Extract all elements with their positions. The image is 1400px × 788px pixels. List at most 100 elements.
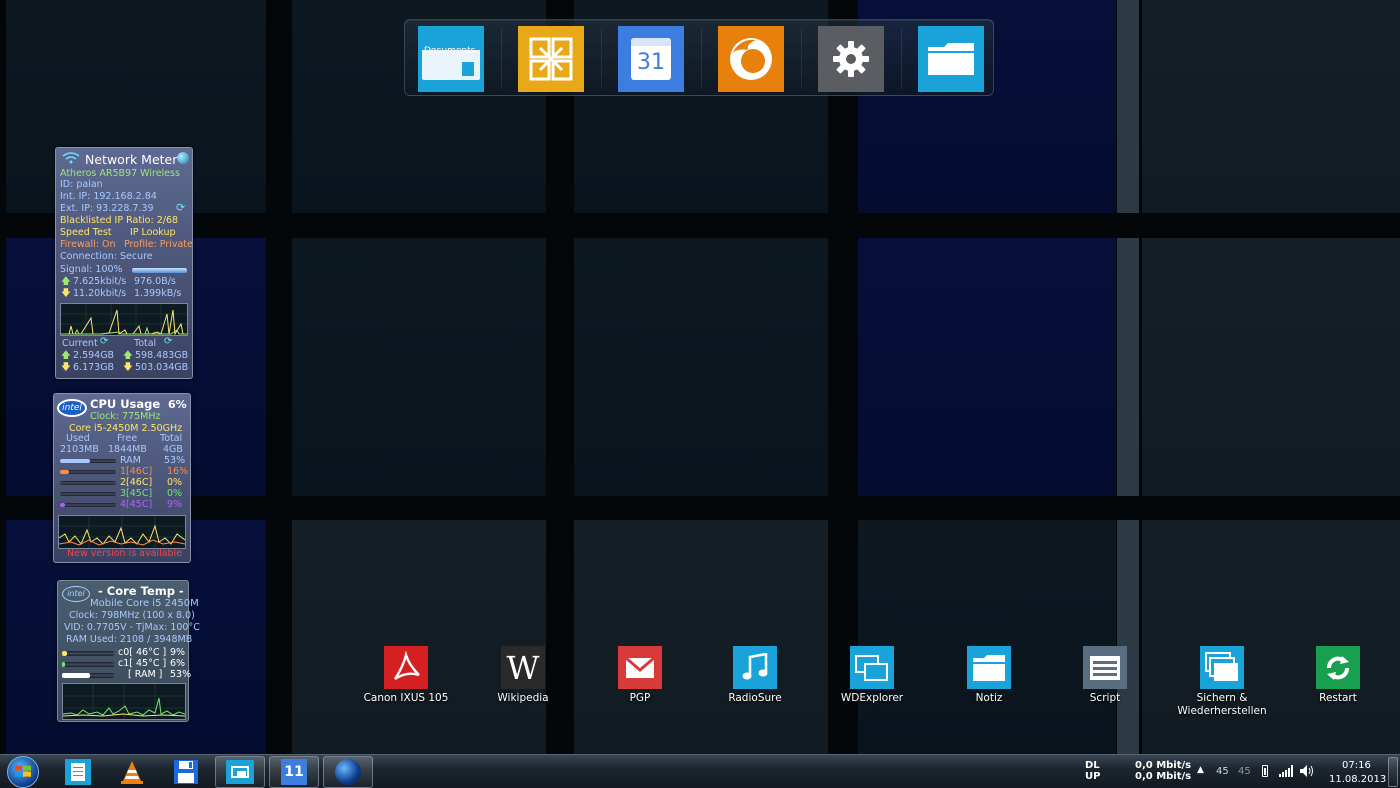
volume-icon[interactable] (1300, 765, 1314, 777)
core-usage-bar (60, 492, 116, 496)
cpu-percent: 6% (168, 398, 187, 411)
desktop-icon-label: Sichern & Wiederherstellen (1177, 692, 1267, 717)
script-icon (1083, 646, 1127, 689)
dock-settings[interactable] (817, 25, 902, 93)
dl-label: DL (1085, 760, 1100, 771)
folder-icon (918, 26, 984, 92)
desktop-icon-wikipedia[interactable]: W Wikipedia (473, 646, 573, 705)
taskbar-save[interactable] (165, 756, 207, 788)
desktop-icon-label: Canon IXUS 105 (363, 692, 449, 704)
start-button[interactable] (2, 756, 44, 788)
documents-icon: Documents (418, 26, 484, 92)
desktop-icon-label: PGP (629, 692, 651, 704)
refresh-icon[interactable]: ⟳ (176, 202, 185, 214)
folder-icon (967, 646, 1011, 689)
signal-bar (132, 268, 187, 273)
intel-logo: intel (62, 586, 90, 602)
notepad-icon (65, 759, 91, 785)
globe-icon (335, 759, 361, 785)
desktop-icon-radiosure[interactable]: RadioSure (705, 646, 805, 705)
core-temp-bar (62, 651, 114, 656)
upload-rate: 7.625kbit/s (73, 276, 127, 287)
current-up-arrow-icon: 🡅 (61, 350, 71, 361)
new-version-notice[interactable]: New version is available (67, 548, 182, 560)
wikipedia-icon: W (501, 646, 545, 689)
upload-arrow-icon: 🡅 (61, 276, 71, 287)
vlc-icon (121, 761, 143, 784)
music-icon (733, 646, 777, 689)
download-arrow-icon: 🡇 (61, 288, 71, 299)
ram-usage-bar (60, 459, 116, 463)
total-up-arrow-icon: 🡅 (123, 350, 133, 361)
desktop-icon-wdexplorer[interactable]: WDExplorer (822, 646, 922, 705)
clock-time[interactable]: 07:16 (1342, 760, 1371, 771)
taskbar-explorer[interactable] (215, 756, 265, 788)
desktop-icon-label: Script (1089, 692, 1121, 704)
cpu-usage-title: CPU Usage (90, 397, 161, 411)
restart-icon (1316, 646, 1360, 689)
globe-icon[interactable] (177, 152, 189, 164)
app-dock: Documents 31 (404, 19, 994, 96)
taskbar: 11 DL UP 0,0 Mbit/s 0,0 Mbit/s ▲ 45 45 0… (0, 754, 1400, 788)
windows-orb-icon (7, 756, 39, 788)
dock-folder[interactable] (917, 25, 985, 93)
signal-strength-icon[interactable] (1279, 765, 1293, 777)
desktop-icon-canon[interactable]: Canon IXUS 105 (356, 646, 456, 705)
desktop-icon-restart[interactable]: Restart (1288, 646, 1388, 705)
network-id: ID: palan (60, 179, 103, 190)
network-profile: Profile: Private (124, 239, 193, 250)
floppy-disk-icon (174, 760, 198, 784)
intel-logo: intel (57, 399, 87, 417)
current-label: Current (62, 338, 98, 349)
ip-lookup-link[interactable]: IP Lookup (130, 227, 176, 239)
external-ip: Ext. IP: 93.228.7.39 (60, 203, 154, 214)
total-down-arrow-icon: 🡇 (123, 362, 133, 373)
total-up: 598.483GB (135, 350, 189, 361)
core-percent: 9% (167, 499, 183, 510)
core-temp-bar (62, 662, 114, 667)
calendar-icon: 11 (281, 759, 307, 785)
taskbar-vlc[interactable] (111, 756, 153, 788)
dock-calendar[interactable]: 31 (617, 25, 702, 93)
show-hidden-icons-button[interactable]: ▲ (1197, 765, 1204, 776)
network-traffic-graph (60, 303, 188, 336)
network-meter-gadget: Network Meter Atheros AR5B97 Wireless ID… (55, 147, 193, 379)
office-icon (518, 26, 584, 92)
core-temp-title: - Core Temp - (98, 584, 184, 598)
speed-test-link[interactable]: Speed Test (60, 227, 112, 239)
core-temp-2[interactable]: 45 (1238, 766, 1251, 777)
taskbar-browser[interactable] (323, 756, 373, 788)
dock-firefox[interactable] (717, 25, 802, 93)
connection-status: Connection: Secure (60, 251, 153, 262)
clock-date[interactable]: 11.08.2013 (1329, 774, 1386, 785)
desktop-icon-label: Restart (1319, 692, 1357, 704)
show-desktop-button[interactable] (1388, 757, 1398, 787)
battery-icon[interactable] (1262, 765, 1268, 777)
desktop-icon-label: Wikipedia (497, 692, 549, 704)
core-temp-gadget: intel - Core Temp - Mobile Core i5 2450M… (57, 580, 200, 722)
dock-office[interactable] (517, 25, 602, 93)
desktop-icon-script[interactable]: Script (1055, 646, 1155, 705)
download-bytes: 1.399kB/s (134, 288, 182, 299)
taskbar-notepad[interactable] (57, 756, 99, 788)
signal-strength: Signal: 100% (60, 264, 123, 275)
current-down-arrow-icon: 🡇 (61, 362, 71, 373)
internal-ip: Int. IP: 192.168.2.84 (60, 191, 157, 202)
desktop-icon-pgp[interactable]: PGP (590, 646, 690, 705)
core-temp-1[interactable]: 45 (1216, 766, 1229, 777)
reset-current-icon[interactable]: ⟳ (100, 336, 108, 348)
desktop-icon-notiz[interactable]: Notiz (939, 646, 1039, 705)
core-temp-percent: 53% (170, 669, 192, 680)
desktop-icon-sichern[interactable]: Sichern & Wiederherstellen (1172, 646, 1272, 718)
gear-icon (818, 26, 884, 92)
dock-documents[interactable]: Documents (417, 25, 502, 93)
cpu-model: Mobile Core i5 2450M (90, 598, 199, 609)
firewall-status: Firewall: On (60, 239, 116, 250)
cpu-clock: Clock: 798MHz (100 x 8.0) (69, 610, 195, 621)
reset-total-icon[interactable]: ⟳ (164, 336, 172, 348)
taskbar-calendar[interactable]: 11 (269, 756, 319, 788)
up-label: UP (1085, 771, 1101, 782)
core-temp-bar (62, 673, 114, 678)
up-speed: 0,0 Mbit/s (1135, 771, 1192, 782)
pdf-icon (384, 646, 428, 689)
